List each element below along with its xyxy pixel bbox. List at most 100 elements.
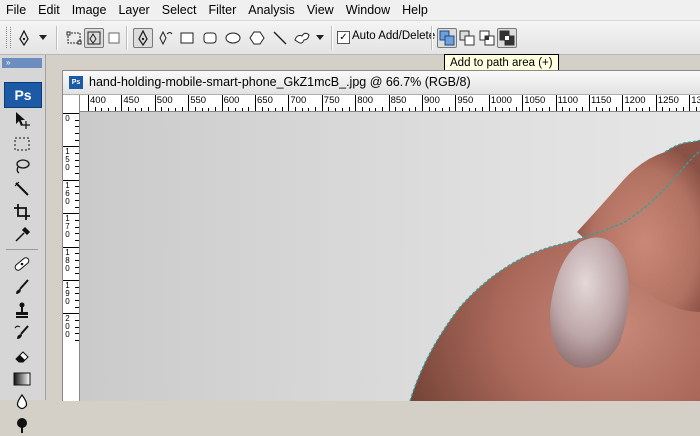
menu-window[interactable]: Window [340, 0, 396, 20]
ruler-minor-tick [214, 107, 216, 111]
auto-add-delete-checkbox[interactable]: ✓ [337, 31, 350, 44]
dodge-tool-icon[interactable] [10, 414, 34, 436]
ruler-minor-tick [75, 266, 79, 268]
polygon-icon[interactable] [247, 28, 267, 48]
exclude-path-icon[interactable] [497, 28, 517, 48]
dropdown-arrow-icon[interactable] [314, 28, 326, 48]
fill-pixels-icon[interactable] [104, 28, 124, 48]
ruler-minor-tick [248, 107, 250, 111]
ruler-minor-tick [515, 107, 517, 111]
ruler-label: 600 [223, 95, 240, 106]
dropdown-arrow-icon[interactable] [36, 28, 50, 48]
menu-edit[interactable]: Edit [32, 0, 66, 20]
ruler-minor-tick [435, 108, 437, 111]
marquee-tool-icon[interactable] [10, 133, 34, 155]
ruler-minor-tick [502, 108, 504, 111]
separator [126, 26, 128, 50]
move-tool-icon[interactable] [10, 109, 34, 131]
vertical-ruler[interactable]: 0150160170180190200 [63, 111, 80, 401]
ruler-label: 0 [65, 297, 70, 306]
document-ps-icon: Ps [69, 76, 83, 89]
gradient-tool-icon[interactable] [10, 368, 34, 390]
ruler-minor-tick [75, 133, 79, 135]
ruler-minor-tick [348, 107, 350, 111]
freeform-pen-icon[interactable] [155, 28, 175, 48]
crop-tool-icon[interactable] [10, 201, 34, 223]
clone-stamp-tool-icon[interactable] [10, 299, 34, 321]
ruler-minor-tick [241, 108, 243, 111]
ruler-minor-tick [562, 107, 564, 111]
ruler-minor-tick [335, 108, 337, 111]
ruler-label: 0 [65, 163, 70, 173]
horizontal-ruler[interactable]: 400 450 500 550 600 650 700 750 800 850 900 950 1000… [80, 95, 700, 112]
rectangle-icon[interactable] [177, 28, 197, 48]
ruler-label: 0 [65, 114, 70, 123]
ruler-major-tick [488, 95, 490, 111]
custom-shape-icon[interactable] [292, 28, 312, 48]
document-title: hand-holding-mobile-smart-phone_GkZ1mcB_… [89, 75, 471, 89]
tools-panel-header[interactable]: » [2, 58, 42, 68]
options-bar-grip[interactable] [6, 27, 11, 48]
ruler-minor-tick [75, 300, 79, 302]
ruler-label: 550 [190, 95, 207, 106]
ruler-minor-tick [448, 107, 450, 111]
document-title-bar[interactable]: Ps hand-holding-mobile-smart-phone_GkZ1m… [63, 71, 700, 95]
ruler-minor-tick [328, 107, 330, 111]
ruler-minor-tick [468, 108, 470, 111]
menu-analysis[interactable]: Analysis [242, 0, 301, 20]
ruler-label: 850 [390, 95, 407, 106]
ruler-major-tick [455, 95, 457, 111]
history-brush-tool-icon[interactable] [10, 322, 34, 344]
tool-preset-pen-icon[interactable] [14, 28, 34, 48]
ruler-minor-tick [629, 107, 631, 111]
pen-icon[interactable] [133, 28, 153, 48]
ruler-minor-tick [609, 108, 611, 111]
options-bar: ✓ Auto Add/Delete [0, 21, 700, 55]
separator [331, 26, 333, 50]
ruler-major-tick [622, 95, 624, 111]
shape-layers-icon[interactable] [64, 28, 84, 48]
photoshop-logo[interactable]: Ps [4, 82, 42, 108]
blur-tool-icon[interactable] [10, 391, 34, 413]
intersect-path-icon[interactable] [477, 28, 497, 48]
ruler-minor-tick [94, 107, 96, 111]
ruler-minor-tick [261, 107, 263, 111]
ruler-minor-tick [75, 233, 79, 235]
ruler-major-tick [655, 95, 657, 111]
lasso-tool-icon[interactable] [10, 155, 34, 177]
ruler-major-tick [255, 95, 256, 111]
add-to-path-icon[interactable] [437, 28, 457, 48]
ruler-minor-tick [148, 107, 150, 111]
ruler-minor-tick [75, 253, 79, 255]
ruler-origin[interactable] [63, 95, 80, 112]
paths-icon[interactable] [84, 28, 104, 48]
menu-filter[interactable]: Filter [202, 0, 242, 20]
rounded-rectangle-icon[interactable] [200, 28, 220, 48]
eraser-tool-icon[interactable] [10, 345, 34, 367]
menu-help[interactable]: Help [396, 0, 434, 20]
ruler-minor-tick [234, 108, 236, 111]
ruler-minor-tick [208, 108, 210, 111]
ruler-minor-tick [75, 119, 79, 121]
ellipse-icon[interactable] [223, 28, 243, 48]
menu-file[interactable]: File [0, 0, 32, 20]
menu-layer[interactable]: Layer [112, 0, 155, 20]
line-icon[interactable] [270, 28, 290, 48]
ruler-label: 950 [457, 95, 474, 106]
menu-image[interactable]: Image [66, 0, 113, 20]
brush-tool-icon[interactable] [10, 276, 34, 298]
ruler-minor-tick [181, 107, 183, 111]
image-canvas[interactable] [80, 112, 700, 401]
ruler-label: 0 [65, 196, 70, 206]
ruler-minor-tick [194, 107, 196, 111]
quick-selection-tool-icon[interactable] [10, 178, 34, 200]
ruler-minor-tick [75, 273, 79, 275]
subtract-path-icon[interactable] [457, 28, 477, 48]
menu-view[interactable]: View [301, 0, 340, 20]
menu-select[interactable]: Select [156, 0, 203, 20]
healing-brush-tool-icon[interactable] [10, 253, 34, 275]
ruler-label: 130 [691, 95, 700, 106]
eyedropper-tool-icon[interactable] [10, 224, 34, 246]
ruler-label: 1050 [524, 95, 546, 106]
ruler-minor-tick [134, 108, 136, 111]
